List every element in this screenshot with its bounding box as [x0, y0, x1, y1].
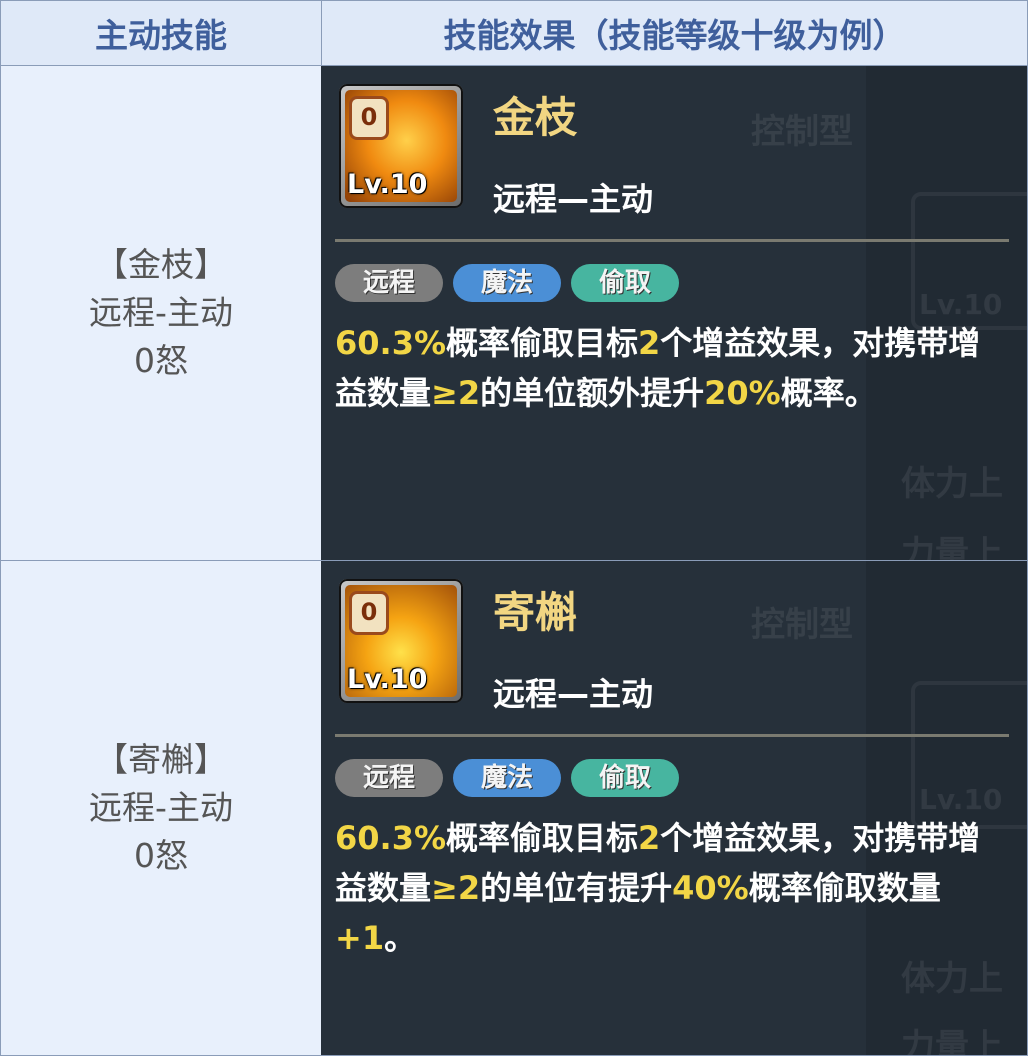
- skill-level-label: Lv.10: [347, 169, 428, 200]
- skill-tags: 远程 魔法 偷取: [335, 264, 680, 302]
- skill-summary-cell: 【金枝】 远程-主动 0怒: [0, 66, 322, 561]
- skill-description: 60.3%概率偷取目标2个增益效果，对携带增益数量≥2的单位额外提升20%概率。: [335, 318, 995, 418]
- skill-name-text: 【寄槲】: [95, 740, 227, 779]
- divider: [335, 734, 1009, 737]
- desc-segment: 。: [384, 919, 417, 957]
- skill-card: 控制型 Lv.10 体力上 力量上 0 Lv.10 寄槲 远程—主动 远程 魔法…: [321, 561, 1028, 1056]
- header-skill-effect: 技能效果（技能等级十级为例）: [321, 0, 1028, 66]
- header-active-skill: 主动技能: [0, 0, 322, 66]
- skill-card: 控制型 Lv.10 体力上 力量上 0 Lv.10 金枝 远程—主动 远程 魔法…: [321, 66, 1028, 561]
- ghost-text: Lv.10: [919, 783, 1003, 816]
- skill-type-text: 远程-主动: [89, 788, 233, 827]
- skill-tags: 远程 魔法 偷取: [335, 759, 680, 797]
- tag-steal: 偷取: [571, 759, 680, 797]
- desc-segment: +1: [335, 919, 385, 957]
- skill-table: 主动技能 技能效果（技能等级十级为例） 【金枝】 远程-主动 0怒 控制型 Lv…: [0, 0, 1028, 1056]
- ghost-text: 体力上: [901, 464, 1003, 504]
- ghost-text: Lv.10: [919, 288, 1003, 321]
- skill-description: 60.3%概率偷取目标2个增益效果，对携带增益数量≥2的单位有提升40%概率偷取…: [335, 813, 995, 963]
- desc-segment: 60.3%: [335, 324, 447, 362]
- desc-segment: 概率偷取数量: [748, 869, 941, 907]
- skill-card-name: 寄槲: [493, 588, 578, 637]
- ghost-text: 力量上: [901, 534, 1003, 561]
- skill-icon: 0 Lv.10: [339, 579, 463, 703]
- desc-segment: 2: [638, 324, 661, 362]
- rage-cost-badge: 0: [349, 591, 389, 635]
- tag-magic: 魔法: [453, 264, 562, 302]
- tag-ranged: 远程: [335, 759, 444, 797]
- skill-type-text: 远程-主动: [89, 293, 233, 332]
- skill-card-type: 远程—主动: [493, 180, 654, 218]
- desc-segment: 2: [638, 819, 661, 857]
- desc-segment: ≥2: [431, 869, 481, 907]
- desc-segment: 概率偷取目标: [446, 324, 639, 362]
- desc-segment: 的单位额外提升: [480, 374, 705, 412]
- ghost-text: 控制型: [751, 112, 853, 152]
- tag-magic: 魔法: [453, 759, 562, 797]
- ghost-text: 控制型: [751, 605, 853, 645]
- desc-segment: 概率偷取目标: [446, 819, 639, 857]
- skill-level-label: Lv.10: [347, 664, 428, 695]
- desc-segment: 20%: [704, 374, 781, 412]
- skill-icon: 0 Lv.10: [339, 84, 463, 208]
- table-row: 【金枝】 远程-主动 0怒 控制型 Lv.10 体力上 力量上 0 Lv.10 …: [0, 66, 1028, 561]
- desc-segment: ≥2: [431, 374, 481, 412]
- desc-segment: 的单位有提升: [480, 869, 673, 907]
- tag-steal: 偷取: [571, 264, 680, 302]
- table-header: 主动技能 技能效果（技能等级十级为例）: [0, 0, 1028, 67]
- desc-segment: 60.3%: [335, 819, 447, 857]
- tag-ranged: 远程: [335, 264, 444, 302]
- skill-cost-text: 0怒: [134, 341, 188, 380]
- table-row: 【寄槲】 远程-主动 0怒 控制型 Lv.10 体力上 力量上 0 Lv.10 …: [0, 561, 1028, 1056]
- skill-cost-text: 0怒: [134, 836, 188, 875]
- ghost-text: 力量上: [901, 1027, 1003, 1056]
- desc-segment: 概率。: [780, 374, 877, 412]
- skill-summary-cell: 【寄槲】 远程-主动 0怒: [0, 561, 322, 1056]
- desc-segment: 40%: [672, 869, 749, 907]
- skill-name-text: 【金枝】: [95, 245, 227, 284]
- skill-card-name: 金枝: [493, 93, 578, 142]
- skill-card-type: 远程—主动: [493, 675, 654, 713]
- rage-cost-badge: 0: [349, 96, 389, 140]
- divider: [335, 239, 1009, 242]
